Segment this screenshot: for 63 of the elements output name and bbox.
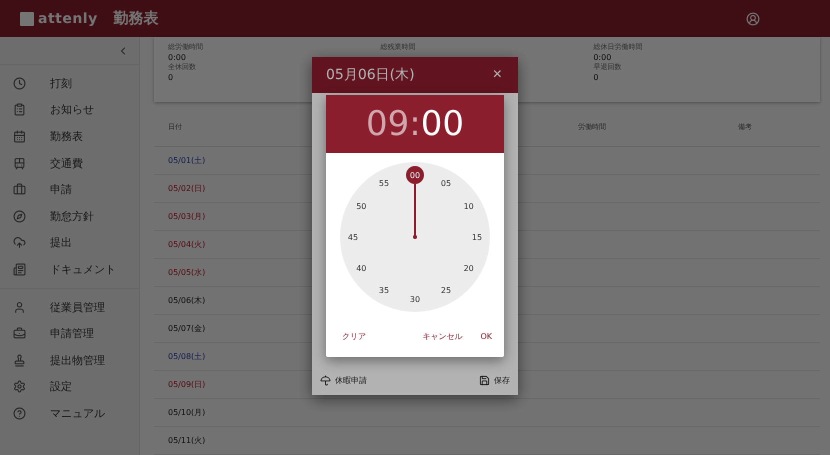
stat-value: 0:00 [168, 52, 186, 63]
date-cell: 05/07(金) [168, 322, 206, 334]
train-icon [13, 156, 26, 170]
clock-hand [414, 184, 416, 237]
dialog-title: 05月06日(木) [326, 66, 415, 84]
dial-number[interactable]: 40 [352, 259, 370, 277]
clock-face[interactable]: 00 05 10 15 20 25 30 35 40 45 50 55 [340, 162, 490, 312]
calendar-icon [13, 130, 26, 143]
logo-text: attenly [38, 10, 98, 26]
dial-number[interactable]: 25 [437, 282, 455, 300]
dial-number[interactable]: 55 [375, 174, 393, 192]
save-button[interactable]: 保存 [479, 374, 510, 386]
dial-number[interactable]: 05 [437, 174, 455, 192]
date-cell: 05/10(月) [168, 406, 206, 418]
sidebar-item[interactable]: お知らせ [0, 96, 139, 124]
date-cell: 05/04(火) [168, 238, 206, 250]
cloud-upload-icon [13, 236, 26, 250]
dial-number[interactable]: 50 [352, 197, 370, 215]
dial-number[interactable]: 30 [406, 290, 424, 308]
clock-icon [13, 76, 26, 90]
sidebar-item[interactable]: 提出物管理 [0, 346, 139, 374]
sidebar-item[interactable]: 提出 [0, 230, 139, 256]
date-cell: 05/06(木) [168, 294, 206, 306]
cancel-button[interactable]: キャンセル [416, 326, 468, 346]
hour-display[interactable]: 09 [366, 104, 410, 144]
briefcase-icon [13, 327, 26, 340]
minute-display[interactable]: 00 [420, 104, 464, 144]
dial-number[interactable]: 00 [406, 166, 424, 184]
ok-button[interactable]: OK [474, 328, 498, 344]
save-icon [479, 374, 490, 386]
date-cell: 05/01(土) [168, 154, 206, 166]
document-icon [13, 262, 26, 276]
compass-icon [13, 210, 26, 223]
date-cell: 05/05(水) [168, 266, 206, 278]
sidebar-item[interactable]: 打刻 [0, 70, 139, 97]
clipboard-icon [13, 103, 26, 116]
date-cell: 05/09(日) [168, 378, 206, 390]
dial-number[interactable]: 45 [344, 228, 362, 246]
date-cell: 05/11(火) [168, 434, 206, 446]
person-icon [13, 300, 26, 314]
stat-value: 0:00 [593, 52, 612, 63]
date-cell: 05/03(月) [168, 210, 206, 222]
date-cell: 05/08(土) [168, 350, 206, 362]
clear-button[interactable]: クリア [336, 326, 372, 346]
dial-number[interactable]: 35 [375, 282, 393, 300]
sidebar-item[interactable]: ドキュメント [0, 256, 139, 283]
help-icon [13, 406, 26, 420]
dial-number[interactable]: 20 [460, 259, 478, 277]
stat-value: 0 [168, 72, 174, 83]
umbrella-icon [320, 374, 331, 386]
time-separator: : [409, 104, 421, 144]
dial-number[interactable]: 15 [468, 228, 486, 246]
stat-value: 0 [593, 72, 598, 83]
leave-request-button[interactable]: 休暇申請 [320, 374, 367, 386]
page-title: 勤務表 [114, 9, 159, 28]
dial-number[interactable]: 10 [460, 197, 478, 215]
briefcase-icon [13, 183, 26, 196]
logo-icon [20, 12, 34, 26]
account-icon[interactable] [746, 12, 760, 26]
settings-icon [13, 380, 26, 394]
stamp-icon [13, 354, 26, 367]
date-cell: 05/02(日) [168, 182, 206, 194]
close-button[interactable]: × [492, 66, 502, 84]
